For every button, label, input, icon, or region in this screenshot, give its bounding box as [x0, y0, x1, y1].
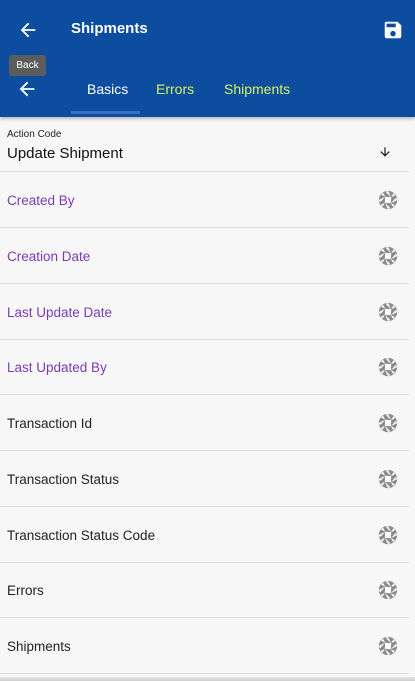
field-row[interactable]: Creation Date — [0, 228, 409, 284]
floppy-disk-icon — [384, 21, 402, 39]
field-label: Shipments — [7, 639, 71, 654]
tab-back-button[interactable] — [12, 74, 42, 104]
field-label: Transaction Status — [7, 471, 120, 487]
field-row[interactable]: Shipments — [0, 618, 409, 674]
active-tab-indicator — [71, 111, 140, 114]
tab-basics[interactable]: Basics — [87, 81, 128, 97]
field-row[interactable]: Created By — [0, 172, 409, 228]
aperture-icon[interactable] — [377, 579, 399, 601]
tab-shipments[interactable]: Shipments — [224, 81, 290, 97]
tab-errors[interactable]: Errors — [156, 81, 194, 97]
field-label: Creation Date — [7, 248, 91, 264]
arrow-down-icon[interactable] — [376, 143, 394, 161]
tab-bar: Basics Errors Shipments — [0, 60, 415, 117]
aperture-icon[interactable] — [377, 524, 399, 546]
field-row[interactable]: Last Updated By — [0, 339, 409, 396]
action-code-select[interactable]: Action Code Update Shipment — [0, 117, 409, 172]
action-code-value: Update Shipment — [7, 145, 123, 162]
aperture-icon[interactable] — [377, 189, 399, 211]
aperture-icon[interactable] — [377, 245, 399, 267]
form-content: Action Code Update Shipment Created By Cr… — [0, 117, 415, 681]
aperture-icon[interactable] — [377, 468, 399, 490]
field-row[interactable]: Transaction Id — [0, 395, 409, 451]
aperture-icon[interactable] — [377, 301, 399, 323]
field-label: Transaction Id — [7, 416, 93, 431]
action-code-label: Action Code — [7, 129, 62, 140]
arrow-left-icon — [19, 81, 35, 97]
field-label: Created By — [7, 193, 75, 208]
field-row[interactable]: Errors — [0, 562, 409, 619]
field-label: Last Updated By — [7, 360, 107, 376]
aperture-icon[interactable] — [377, 412, 399, 434]
arrow-left-icon — [20, 22, 36, 38]
aperture-icon[interactable] — [377, 635, 399, 657]
field-row[interactable]: Transaction Status — [0, 451, 409, 507]
field-label: Transaction Status Code — [7, 527, 156, 543]
field-row[interactable]: Transaction Status Code — [0, 507, 409, 563]
back-button[interactable] — [10, 12, 46, 48]
field-label: Errors — [7, 583, 44, 599]
field-row[interactable]: Last Update Date — [0, 284, 409, 340]
aperture-icon[interactable] — [377, 356, 399, 378]
app-header: Shipments — [0, 0, 415, 60]
field-label: Last Update Date — [7, 304, 113, 320]
save-button[interactable] — [377, 14, 409, 46]
bottom-divider — [0, 677, 415, 681]
page-title: Shipments — [71, 20, 148, 37]
back-tooltip: Back — [9, 55, 46, 76]
